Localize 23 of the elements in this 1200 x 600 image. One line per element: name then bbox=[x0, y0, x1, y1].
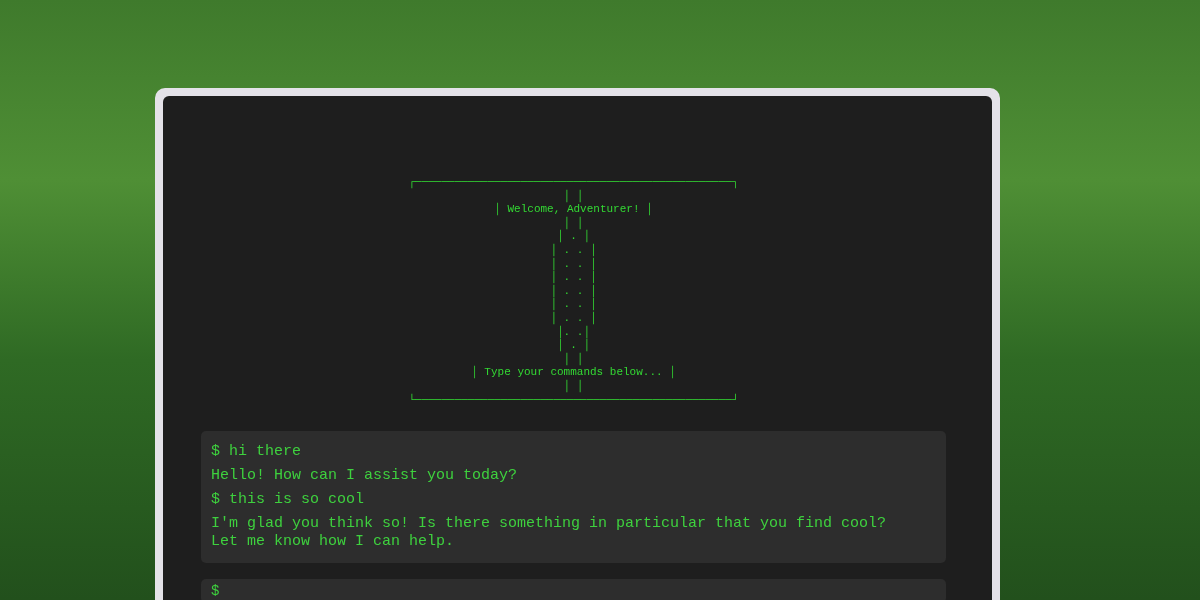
ascii-art-line: │ . . │ bbox=[550, 271, 597, 285]
prompt-symbol: $ bbox=[211, 583, 220, 600]
ascii-art-line: │ Type your commands below... │ bbox=[471, 366, 676, 380]
command-input[interactable]: $ bbox=[201, 579, 946, 600]
ascii-art-line: │ . . │ bbox=[550, 311, 597, 325]
ascii-art-line: │ . │ bbox=[557, 230, 590, 244]
ascii-art-line: ┌────────────────────────────────────────────────┐ bbox=[408, 176, 739, 190]
ascii-art-line: │ Welcome, Adventurer! │ bbox=[494, 203, 653, 217]
ascii-art-line: └────────────────────────────────────────────────┘ bbox=[408, 393, 739, 408]
terminal-line: I'm glad you think so! Is there something in particular that you find cool? Let me know how I can help. bbox=[211, 515, 888, 552]
ascii-art-line: │ . . │ bbox=[550, 243, 597, 258]
ascii-art-line: │ │ bbox=[563, 379, 584, 393]
ascii-art-line: │. .│ bbox=[557, 325, 590, 339]
ascii-art-line: │ . │ bbox=[557, 339, 590, 353]
terminal-line: Hello! How can I assist you today? bbox=[211, 467, 519, 486]
ascii-art-line: │ │ bbox=[563, 352, 584, 367]
ascii-art-line: │ │ bbox=[563, 216, 584, 231]
terminal-line: $ hi there bbox=[211, 443, 302, 462]
ascii-art-line: │ │ bbox=[563, 189, 584, 204]
ascii-art-line: │ . . │ bbox=[550, 298, 597, 312]
ascii-art-line: │ . . │ bbox=[550, 284, 597, 299]
ascii-art-line: │ . . │ bbox=[550, 257, 597, 271]
terminal-line: $ this is so cool bbox=[211, 491, 366, 510]
